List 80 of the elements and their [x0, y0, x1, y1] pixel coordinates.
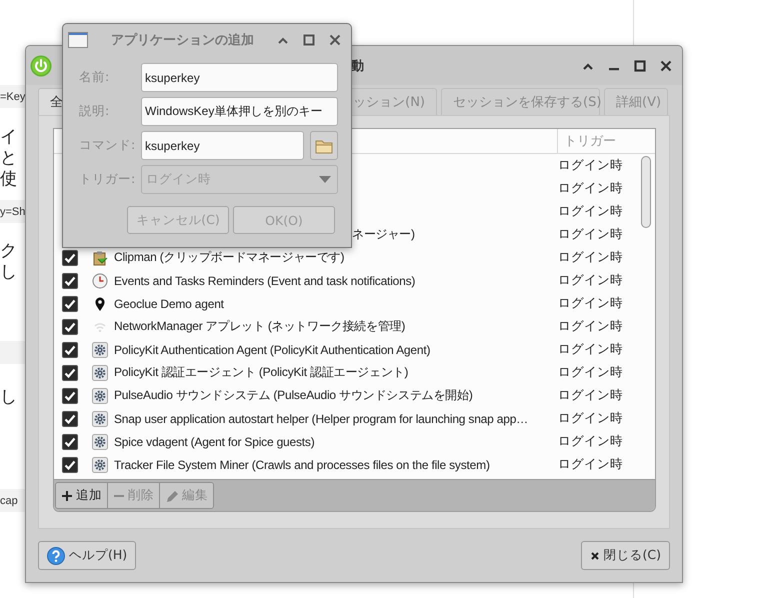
- app-name: NetworkManager アプレット (ネットワーク接続を管理): [114, 318, 406, 335]
- close-icon[interactable]: [329, 34, 341, 46]
- trigger-cell-text: ログイン時: [557, 410, 624, 427]
- paragraph-text: と: [0, 148, 17, 169]
- code-text: y=Sh: [0, 206, 26, 218]
- app-name: PolicyKit 認証エージェント (PolicyKit 認証エージェント): [114, 364, 408, 381]
- checkbox[interactable]: [62, 318, 78, 334]
- gear-icon: [92, 434, 108, 450]
- app-name: Tracker File System Miner (Crawls and processes files on the file system): [114, 458, 490, 472]
- checkbox[interactable]: [62, 342, 78, 358]
- input-field[interactable]: ksuperkey: [141, 131, 304, 160]
- folder-icon: [315, 138, 333, 154]
- maximize-icon[interactable]: [303, 34, 315, 46]
- checkbox[interactable]: [62, 456, 78, 472]
- paragraph-text: ク: [0, 241, 17, 262]
- checkbox[interactable]: [62, 434, 78, 450]
- app-name: Clipman (クリップボードマネージャーです): [114, 249, 344, 266]
- shade-icon[interactable]: [277, 35, 289, 45]
- app-name: ネージャー): [352, 226, 415, 243]
- gear-icon: [92, 342, 108, 358]
- paragraph-text: イ: [0, 127, 17, 148]
- plus-icon: [61, 490, 73, 502]
- trigger-cell-text: ログイン時: [557, 295, 624, 312]
- app-name: PulseAudio サウンドシステム (PulseAudio サウンドシステムを開始): [114, 387, 473, 404]
- pencil-icon: [165, 488, 179, 502]
- help-button[interactable]: ヘルプ(H): [38, 541, 136, 570]
- code-text: cap: [0, 494, 18, 506]
- close-icon[interactable]: [660, 60, 672, 72]
- trigger-cell-text: ログイン時: [557, 364, 624, 381]
- trigger-cell-text: ログイン時: [557, 157, 624, 174]
- column-header[interactable]: トリガー: [557, 129, 639, 153]
- trigger-cell-text: ログイン時: [557, 433, 624, 450]
- app-name: Snap user application autostart helper (Helper program for launching snap app…: [114, 412, 528, 426]
- field-label: トリガー:: [79, 171, 136, 188]
- window-icon: [68, 32, 88, 48]
- field-label: 名前:: [79, 69, 110, 86]
- checkbox[interactable]: [62, 364, 78, 380]
- trigger-cell-text: ログイン時: [557, 203, 624, 220]
- trigger-cell-text: ログイン時: [557, 249, 624, 266]
- app-name: Spice vdagent (Agent for Spice guests): [114, 434, 315, 448]
- input-field[interactable]: WindowsKey単体押しを別のキー: [141, 97, 338, 126]
- tab[interactable]: セッションを保存する(S): [441, 88, 600, 115]
- paragraph-text: し: [0, 387, 17, 408]
- gear-icon: [92, 456, 108, 472]
- help-icon: [47, 546, 65, 564]
- app-name: PolicyKit Authentication Agent (PolicyKit Authentication Agent): [114, 342, 430, 356]
- trigger-cell-text: ログイン時: [557, 318, 624, 335]
- shade-icon[interactable]: [582, 60, 594, 70]
- trigger-cell-text: ログイン時: [557, 226, 624, 243]
- clipboard-icon: [92, 250, 108, 266]
- tab[interactable]: 詳細(V): [604, 88, 668, 115]
- close-icon: [590, 550, 600, 560]
- checkbox[interactable]: [62, 272, 78, 288]
- input-field[interactable]: ksuperkey: [141, 63, 338, 92]
- trigger-cell-text: ログイン時: [557, 272, 624, 289]
- app-name: Geoclue Demo agent: [114, 296, 224, 310]
- trigger-cell-text: ログイン時: [557, 341, 624, 358]
- gear-icon: [92, 364, 108, 380]
- trigger-cell-text: ログイン時: [557, 387, 624, 404]
- paragraph-text: し: [0, 262, 17, 283]
- field-label: コマンド:: [79, 137, 136, 154]
- field-label: 説明:: [79, 103, 110, 120]
- close-button[interactable]: 閉じる(C): [580, 541, 670, 570]
- code-text: =Key: [0, 90, 26, 102]
- dialog-title: アプリケーションの追加: [110, 32, 255, 49]
- maximize-icon[interactable]: [634, 60, 646, 72]
- trigger-cell-text: ログイン時: [557, 180, 624, 197]
- dropdown-arrow-icon: [319, 176, 331, 183]
- add-button[interactable]: 追加: [56, 483, 108, 508]
- paragraph-text: 使: [0, 169, 17, 190]
- power-icon: [30, 54, 52, 76]
- checkbox[interactable]: [62, 388, 78, 404]
- checkbox[interactable]: [62, 250, 78, 266]
- gear-icon: [92, 388, 108, 404]
- checkbox[interactable]: [62, 410, 78, 426]
- gear-icon: [92, 410, 108, 426]
- app-name: Events and Tasks Reminders (Event and task notifications): [114, 274, 416, 288]
- clock-icon: [92, 272, 108, 288]
- trigger-cell-text: ログイン時: [557, 456, 624, 473]
- checkbox[interactable]: [62, 296, 78, 312]
